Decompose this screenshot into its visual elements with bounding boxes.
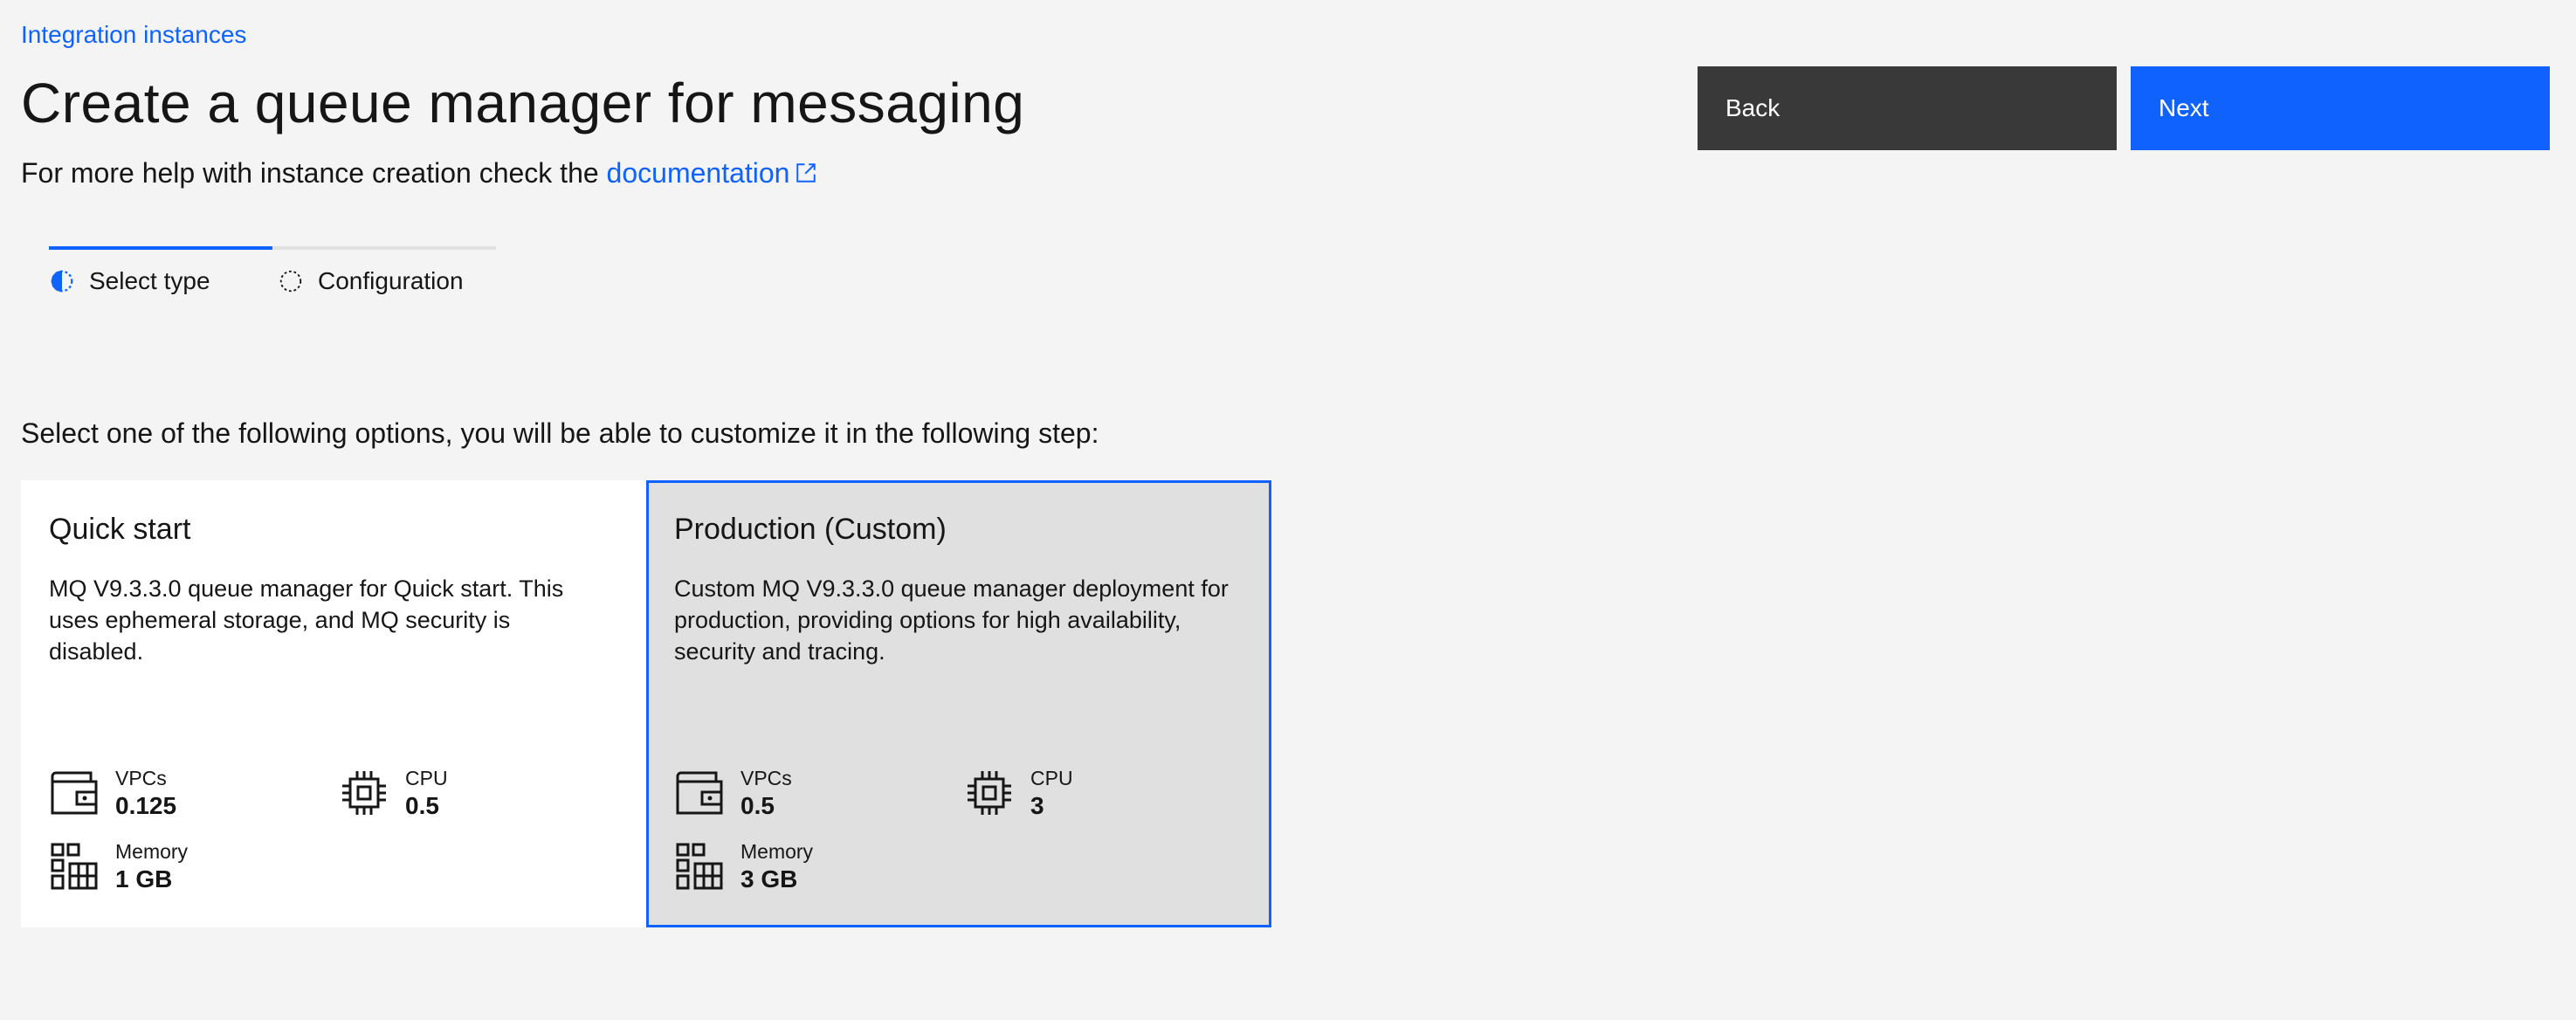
spec-vpcs: VPCs 0.125 (49, 765, 176, 821)
spec-label: VPCs (115, 767, 167, 789)
launch-icon (796, 163, 816, 183)
tile-description: MQ V9.3.3.0 queue manager for Quick star… (49, 575, 564, 665)
help-text: For more help with instance creation che… (21, 154, 817, 192)
grid-blocks-icon (51, 843, 98, 890)
step-current-icon (51, 270, 73, 293)
spec-label: Memory (740, 840, 814, 863)
wallet-icon (51, 771, 98, 815)
progress-step-configuration[interactable]: Configuration (272, 246, 496, 320)
chip-icon (342, 771, 386, 815)
tile-description: Custom MQ V9.3.3.0 queue manager deploym… (674, 575, 1229, 665)
documentation-link-label: documentation (606, 157, 790, 189)
spec-cpu: CPU 3 (964, 765, 1073, 821)
spec-value: 0.125 (115, 792, 177, 819)
spec-memory: Memory 3 GB (674, 838, 813, 894)
breadcrumb-integration-instances[interactable]: Integration instances (21, 21, 246, 49)
wallet-icon (676, 771, 723, 815)
tile-quick-start[interactable]: Quick start MQ V9.3.3.0 queue manager fo… (21, 480, 646, 927)
spec-value: 3 GB (740, 865, 798, 892)
instruction-text: Select one of the following options, you… (21, 417, 1099, 449)
step-label: Select type (89, 267, 210, 294)
progress-step-select-type[interactable]: Select type (49, 246, 272, 320)
progress-indicator: Select type Configuration (49, 246, 496, 316)
spec-value: 0.5 (405, 792, 439, 819)
step-label: Configuration (318, 267, 464, 294)
spec-label: Memory (115, 840, 189, 863)
tile-production-custom[interactable]: Production (Custom) Custom MQ V9.3.3.0 q… (646, 480, 1271, 927)
back-button[interactable]: Back (1698, 66, 2117, 150)
spec-label: VPCs (740, 767, 792, 789)
tile-title: Production (Custom) (674, 513, 947, 546)
spec-label: CPU (1030, 767, 1073, 789)
chip-icon (968, 771, 1011, 815)
help-text-prefix: For more help with instance creation che… (21, 157, 607, 189)
tile-title: Quick start (49, 513, 191, 546)
spec-cpu: CPU 0.5 (339, 765, 448, 821)
step-incomplete-icon (279, 270, 302, 293)
spec-value: 1 GB (115, 865, 173, 892)
spec-value: 3 (1030, 792, 1044, 819)
page-title: Create a queue manager for messaging (21, 72, 1025, 134)
next-button[interactable]: Next (2131, 66, 2550, 150)
spec-memory: Memory 1 GB (49, 838, 188, 894)
documentation-link[interactable]: documentation (607, 157, 818, 189)
spec-label: CPU (405, 767, 448, 789)
grid-blocks-icon (676, 843, 723, 890)
spec-vpcs: VPCs 0.5 (674, 765, 792, 821)
spec-value: 0.5 (740, 792, 775, 819)
